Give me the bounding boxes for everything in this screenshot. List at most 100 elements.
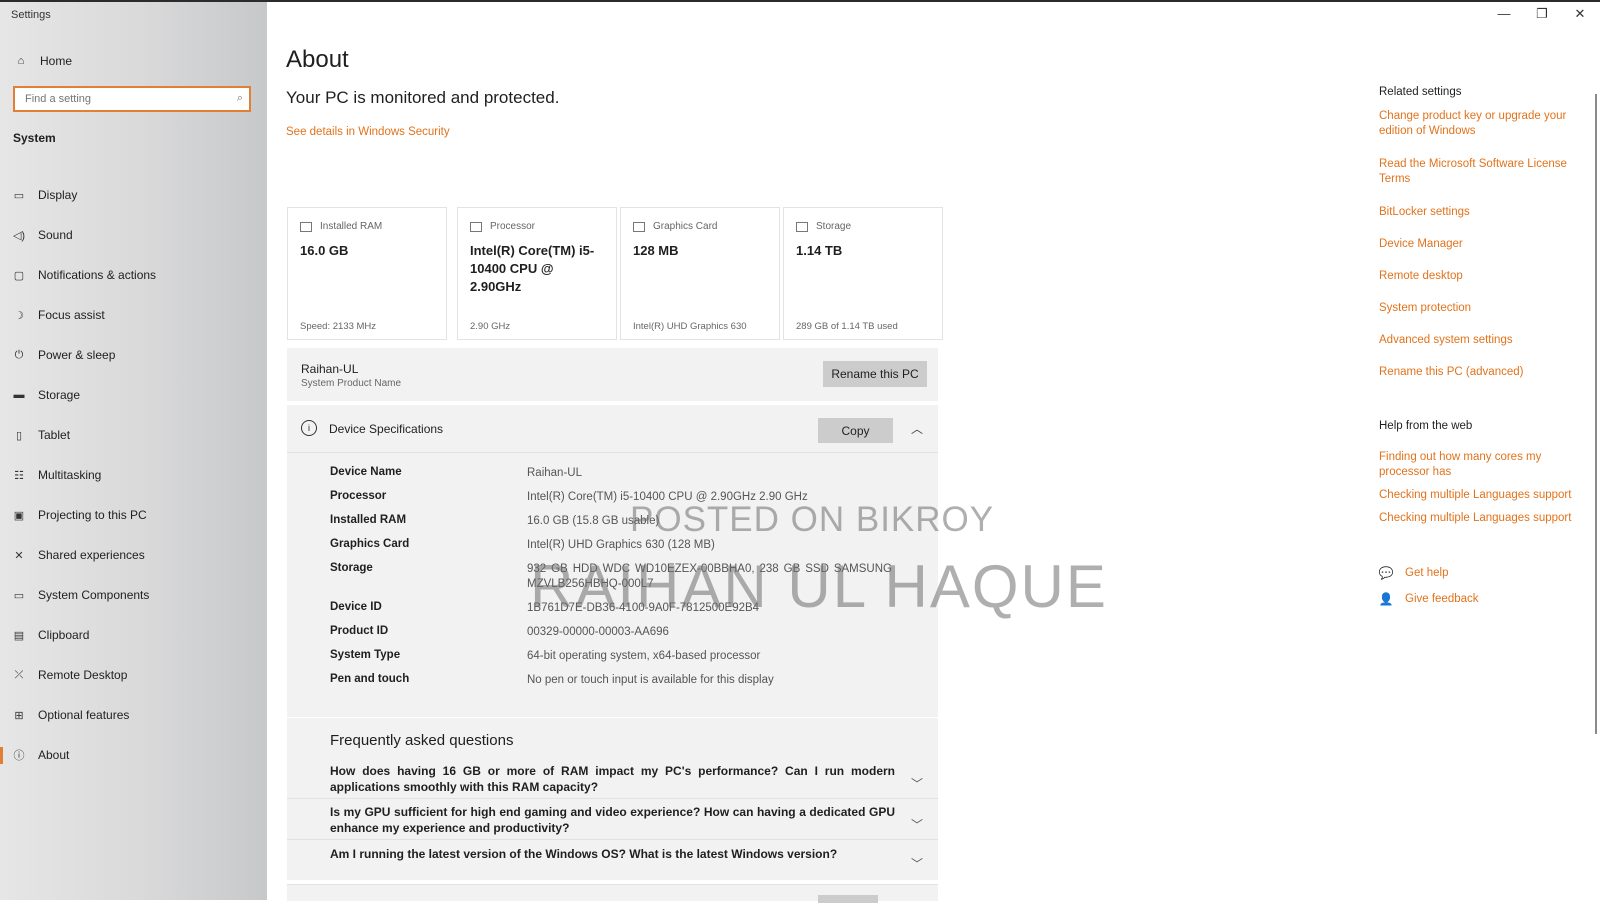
restore-button[interactable]: ❐ <box>1524 4 1560 24</box>
search-input[interactable] <box>23 88 227 110</box>
windows-security-link[interactable]: See details in Windows Security <box>286 126 450 138</box>
graphics-icon <box>633 221 645 232</box>
get-help-link[interactable]: 💬 Get help <box>1379 566 1449 580</box>
faq-item[interactable]: Am I running the latest version of the W… <box>287 840 938 880</box>
search-icon[interactable]: ⌕ <box>237 92 243 105</box>
sidebar-item-label: Multitasking <box>38 468 102 482</box>
sidebar-item-sound[interactable]: ◁) Sound <box>0 215 267 255</box>
sidebar: ⌂ Home ⌕ System ▭ Display ◁) Sound ▢ Notifi… <box>0 0 267 900</box>
sidebar-item-projecting[interactable]: ▣ Projecting to this PC <box>0 495 267 535</box>
remote-desktop-icon: ⤫ <box>14 668 24 681</box>
faq-item[interactable]: How does having 16 GB or more of RAM imp… <box>287 758 938 799</box>
rename-pc-button[interactable]: Rename this PC <box>823 361 927 387</box>
sidebar-item-focus-assist[interactable]: ☽ Focus assist <box>0 295 267 335</box>
chevron-down-icon[interactable]: ﹀ <box>911 816 923 833</box>
search-box[interactable]: ⌕ <box>13 86 251 112</box>
spec-cards: Installed RAM 16.0 GB Speed: 2133 MHz Pr… <box>287 207 943 342</box>
related-link-advanced-system[interactable]: Advanced system settings <box>1379 333 1579 348</box>
get-help-label: Get help <box>1405 567 1449 579</box>
sidebar-item-label: System Components <box>38 588 150 602</box>
sidebar-item-label: Notifications & actions <box>38 268 157 282</box>
ram-card: Installed RAM 16.0 GB Speed: 2133 MHz <box>287 207 447 340</box>
card-footnote: Speed: 2133 MHz <box>300 321 377 332</box>
sidebar-item-label: Clipboard <box>38 628 90 642</box>
sidebar-item-power[interactable]: ⏻ Power & sleep <box>0 335 267 375</box>
window-title: Settings <box>11 9 51 21</box>
panel-button[interactable] <box>818 895 878 903</box>
sidebar-item-about[interactable]: ⓘ About <box>0 735 267 775</box>
related-link-product-key[interactable]: Change product key or upgrade your editi… <box>1379 109 1579 139</box>
home-label: Home <box>40 54 73 68</box>
related-link-device-manager[interactable]: Device Manager <box>1379 237 1579 252</box>
watermark-line-2: RAIHAN UL HAQUE <box>530 553 1108 620</box>
card-label: Graphics Card <box>653 221 718 232</box>
spec-value: No pen or touch input is available for t… <box>527 674 774 686</box>
related-link-remote-desktop[interactable]: Remote desktop <box>1379 269 1579 284</box>
related-settings-heading: Related settings <box>1379 86 1462 98</box>
sidebar-item-tablet[interactable]: ▯ Tablet <box>0 415 267 455</box>
spec-key: Pen and touch <box>330 673 410 685</box>
card-footnote: 2.90 GHz <box>470 321 511 332</box>
tablet-icon: ▯ <box>15 429 23 442</box>
give-feedback-label: Give feedback <box>1405 593 1479 605</box>
pc-name-panel: Raihan-UL System Product Name Rename thi… <box>287 348 938 401</box>
faq-item[interactable]: Is my GPU sufficient for high end gaming… <box>287 799 938 840</box>
related-link-rename-advanced[interactable]: Rename this PC (advanced) <box>1379 365 1579 380</box>
sidebar-item-label: Power & sleep <box>38 348 116 362</box>
minimize-button[interactable]: — <box>1486 4 1522 24</box>
related-link-system-protection[interactable]: System protection <box>1379 301 1579 316</box>
sidebar-item-multitasking[interactable]: ☷ Multitasking <box>0 455 267 495</box>
sidebar-item-system-components[interactable]: ▭ System Components <box>0 575 267 615</box>
spec-value: 64-bit operating system, x64-based proce… <box>527 650 761 662</box>
faq-section: Frequently asked questions How does havi… <box>287 718 938 880</box>
spec-key: System Type <box>330 649 401 661</box>
sidebar-item-label: Tablet <box>38 428 71 442</box>
chevron-up-icon[interactable]: ︿ <box>911 420 923 437</box>
storage-card-icon <box>796 221 808 232</box>
related-link-license-terms[interactable]: Read the Microsoft Software License Term… <box>1379 157 1579 187</box>
focus-assist-icon: ☽ <box>14 309 24 322</box>
spec-key: Product ID <box>330 625 389 637</box>
card-value: 16.0 GB <box>300 243 349 258</box>
sidebar-item-notifications[interactable]: ▢ Notifications & actions <box>0 255 267 295</box>
spec-key: Device ID <box>330 601 382 613</box>
web-link-cores[interactable]: Finding out how many cores my processor … <box>1379 450 1579 480</box>
storage-card: Storage 1.14 TB 289 GB of 1.14 TB used <box>783 207 943 340</box>
home-nav-item[interactable]: ⌂ Home <box>14 52 72 70</box>
sidebar-item-remote-desktop[interactable]: ⤫ Remote Desktop <box>0 655 267 695</box>
sidebar-item-label: Display <box>38 188 78 202</box>
sidebar-item-label: Sound <box>38 228 73 242</box>
scrollbar[interactable] <box>1595 94 1597 734</box>
web-link-languages-2[interactable]: Checking multiple Languages support <box>1379 511 1579 526</box>
info-icon: i <box>301 420 317 436</box>
give-feedback-link[interactable]: 👤 Give feedback <box>1379 592 1479 606</box>
sidebar-item-label: Projecting to this PC <box>38 508 147 522</box>
display-icon: ▭ <box>13 189 25 202</box>
feedback-icon: 👤 <box>1378 592 1394 606</box>
nav-list: ▭ Display ◁) Sound ▢ Notifications & action… <box>0 175 267 775</box>
chevron-down-icon[interactable]: ﹀ <box>911 855 923 872</box>
sidebar-item-display[interactable]: ▭ Display <box>0 175 267 215</box>
copy-button[interactable]: Copy <box>818 418 893 443</box>
specs-header[interactable]: i Device Specifications Copy ︿ <box>287 405 938 453</box>
sidebar-item-shared-experiences[interactable]: ✕ Shared experiences <box>0 535 267 575</box>
ram-icon <box>300 221 312 232</box>
card-footnote: Intel(R) UHD Graphics 630 <box>633 321 747 332</box>
sound-icon: ◁) <box>12 229 26 242</box>
clipboard-icon: ▤ <box>13 629 25 642</box>
faq-question: Is my GPU sufficient for high end gaming… <box>330 805 895 835</box>
chevron-down-icon[interactable]: ﹀ <box>911 775 923 792</box>
sidebar-item-optional-features[interactable]: ⊞ Optional features <box>0 695 267 735</box>
spec-value: 00329-00000-00003-AA696 <box>527 626 669 638</box>
about-icon: ⓘ <box>13 750 25 762</box>
sidebar-item-clipboard[interactable]: ▤ Clipboard <box>0 615 267 655</box>
related-link-bitlocker[interactable]: BitLocker settings <box>1379 205 1579 220</box>
web-link-languages[interactable]: Checking multiple Languages support <box>1379 488 1579 503</box>
home-icon: ⌂ <box>17 55 25 67</box>
power-icon: ⏻ <box>14 348 24 361</box>
sidebar-item-storage[interactable]: ▬ Storage <box>0 375 267 415</box>
processor-card: Processor Intel(R) Core(TM) i5-10400 CPU… <box>457 207 617 340</box>
protection-status: Your PC is monitored and protected. <box>286 88 560 107</box>
close-button[interactable]: ✕ <box>1562 4 1598 24</box>
pc-name-caption: System Product Name <box>301 378 402 389</box>
